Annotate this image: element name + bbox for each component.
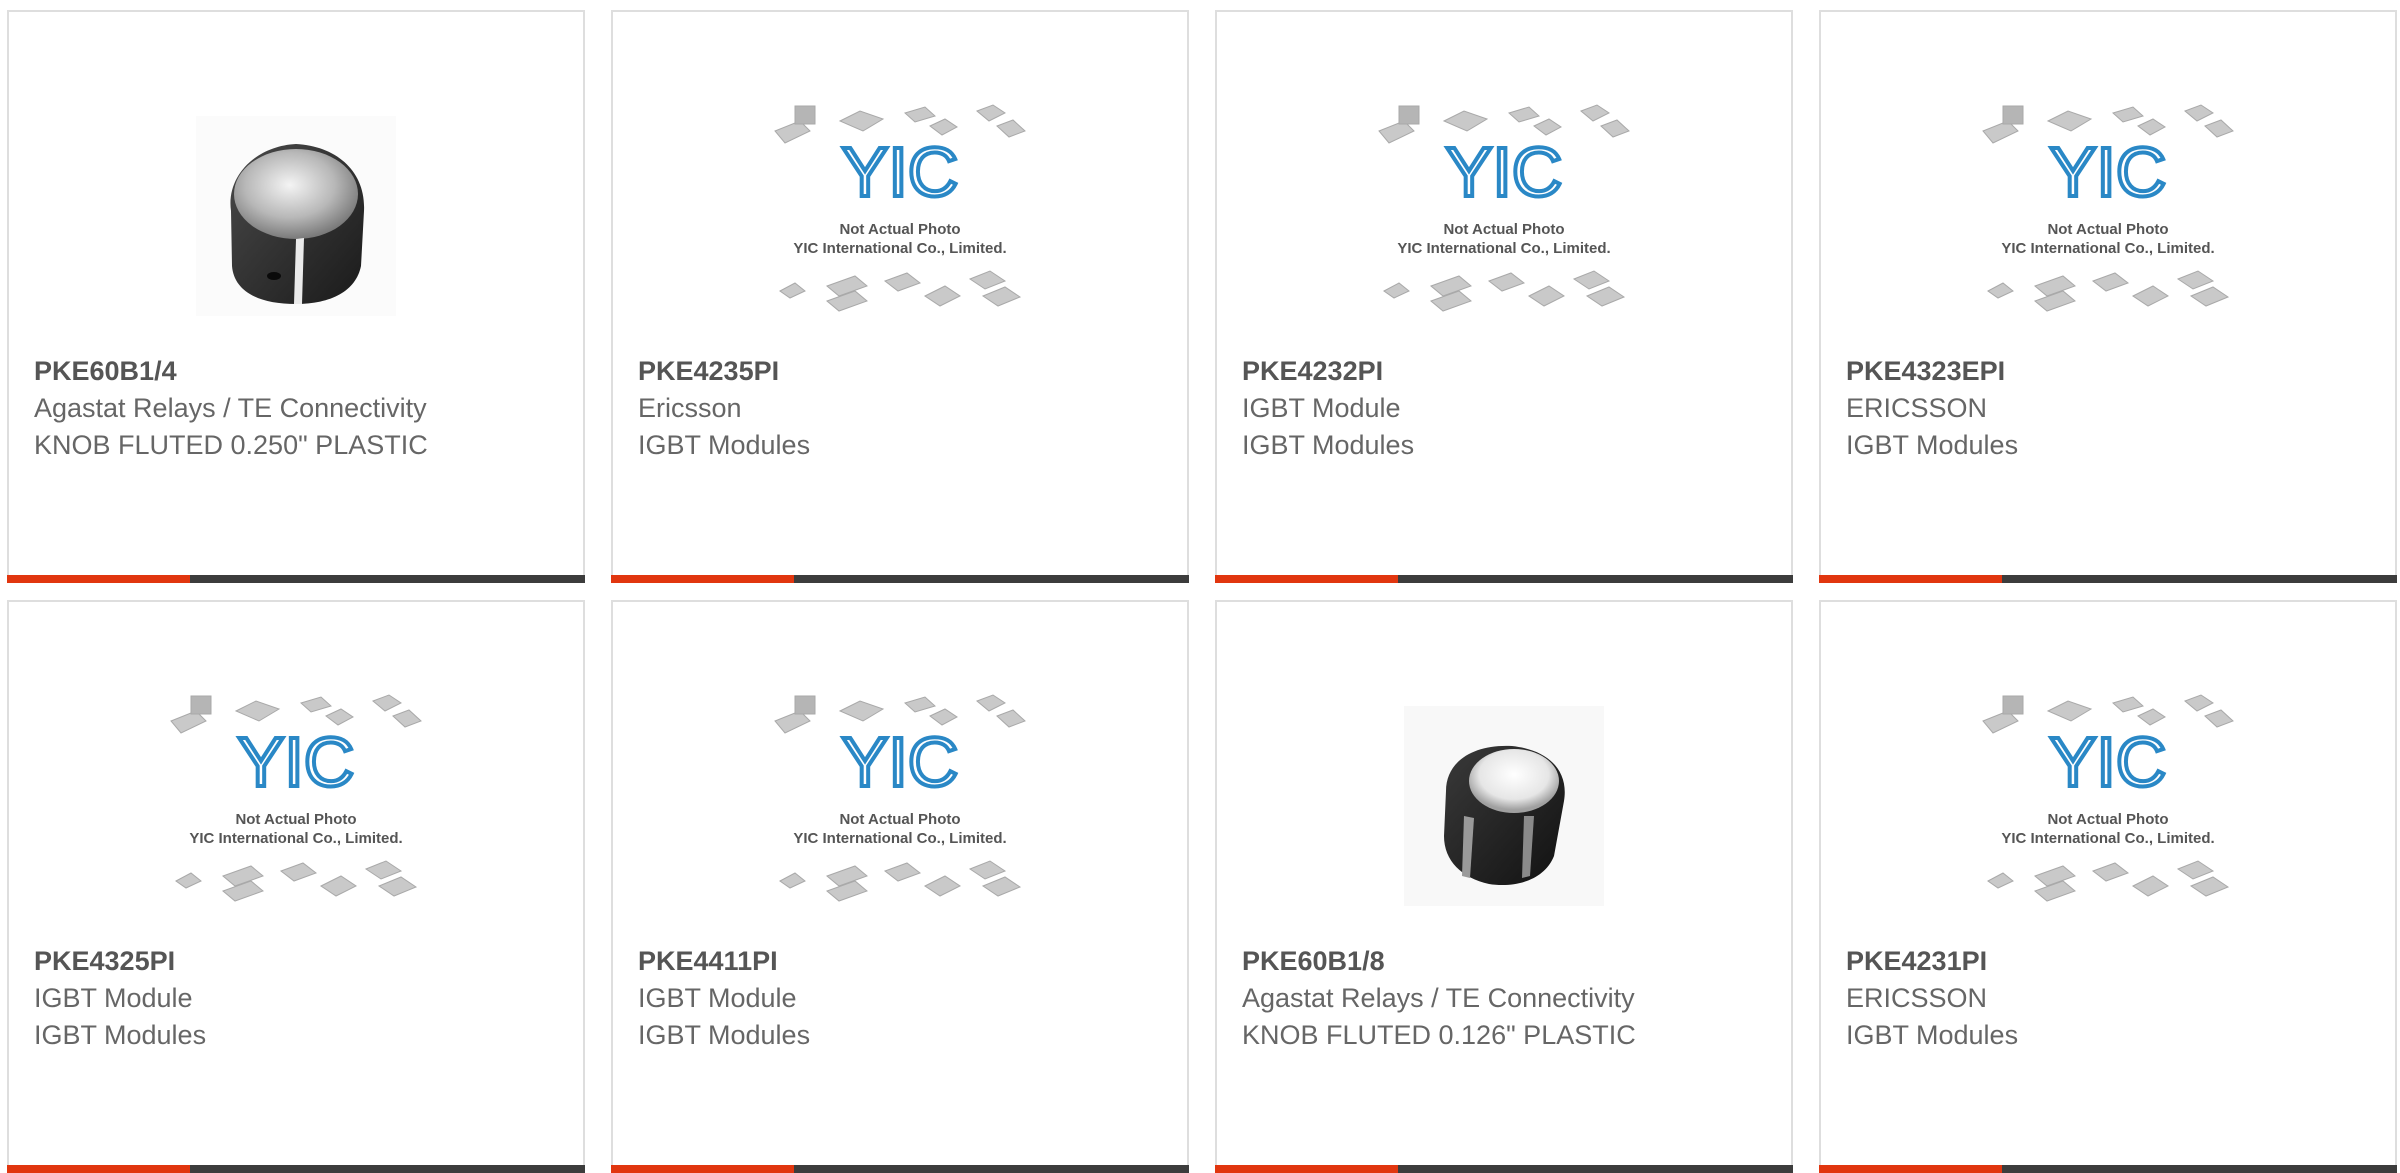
manufacturer: Ericsson: [638, 393, 742, 423]
card-bottom-bar: [7, 575, 585, 583]
product-image[interactable]: [9, 74, 583, 358]
not-actual-photo-image: YIC Not Actual Photo YIC International C…: [774, 104, 1026, 312]
manufacturer: Agastat Relays / TE Connectivity: [34, 393, 427, 423]
description: IGBT Modules: [34, 1020, 207, 1050]
product-image[interactable]: YIC Not Actual Photo YIC International C…: [613, 74, 1187, 358]
not-actual-photo-text: Not Actual Photo: [2047, 221, 2168, 238]
product-card[interactable]: YIC Not Actual Photo YIC International C…: [611, 600, 1189, 1173]
card-bottom-bar: [7, 1165, 585, 1173]
description: IGBT Modules: [638, 430, 811, 460]
knob-image: [1404, 706, 1604, 906]
product-image[interactable]: [1217, 664, 1791, 948]
card-bottom-bar: [1819, 575, 2397, 583]
manufacturer: IGBT Module: [34, 983, 193, 1013]
card-accent-bar: [1215, 1165, 1398, 1173]
product-card[interactable]: YIC Not Actual Photo YIC International C…: [1215, 10, 1793, 583]
card-bottom-bar: [1215, 575, 1793, 583]
product-grid: PKE60B1/4 Agastat Relays / TE Connectivi…: [0, 0, 2400, 1173]
company-caption-text: YIC International Co., Limited.: [189, 830, 402, 847]
yic-logo-text: YIC: [238, 723, 355, 801]
product-image[interactable]: YIC Not Actual Photo YIC International C…: [613, 664, 1187, 948]
yic-logo-text: YIC: [842, 723, 959, 801]
description: IGBT Modules: [638, 1020, 811, 1050]
manufacturer: ERICSSON: [1846, 983, 1988, 1013]
manufacturer: IGBT Module: [638, 983, 797, 1013]
product-info: PKE4235PI Ericsson IGBT Modules: [638, 353, 1167, 464]
product-info: PKE60B1/4 Agastat Relays / TE Connectivi…: [34, 353, 563, 464]
part-number[interactable]: PKE60B1/8: [1242, 943, 1771, 980]
not-actual-photo-text: Not Actual Photo: [839, 811, 960, 828]
company-caption-text: YIC International Co., Limited.: [793, 240, 1006, 257]
product-image[interactable]: YIC Not Actual Photo YIC International C…: [1821, 74, 2395, 358]
yic-logo-text: YIC: [2050, 133, 2167, 211]
product-info: PKE4323EPI ERICSSON IGBT Modules: [1846, 353, 2375, 464]
yic-logo-text: YIC: [2050, 723, 2167, 801]
product-image[interactable]: YIC Not Actual Photo YIC International C…: [9, 664, 583, 948]
company-caption-text: YIC International Co., Limited.: [1397, 240, 1610, 257]
card-bottom-bar: [611, 575, 1189, 583]
description: KNOB FLUTED 0.126" PLASTIC: [1242, 1020, 1636, 1050]
card-bottom-bar: [611, 1165, 1189, 1173]
card-bottom-bar: [1819, 1165, 2397, 1173]
part-number[interactable]: PKE4235PI: [638, 353, 1167, 390]
company-caption-text: YIC International Co., Limited.: [2001, 240, 2214, 257]
description: KNOB FLUTED 0.250" PLASTIC: [34, 430, 428, 460]
not-actual-photo-image: YIC Not Actual Photo YIC International C…: [1982, 694, 2234, 902]
product-card[interactable]: YIC Not Actual Photo YIC International C…: [1819, 10, 2397, 583]
card-accent-bar: [7, 1165, 190, 1173]
product-info: PKE4325PI IGBT Module IGBT Modules: [34, 943, 563, 1054]
product-card[interactable]: PKE60B1/4 Agastat Relays / TE Connectivi…: [7, 10, 585, 583]
product-info: PKE4232PI IGBT Module IGBT Modules: [1242, 353, 1771, 464]
yic-logo-text: YIC: [1446, 133, 1563, 211]
description: IGBT Modules: [1846, 1020, 2019, 1050]
product-card[interactable]: PKE60B1/8 Agastat Relays / TE Connectivi…: [1215, 600, 1793, 1173]
manufacturer: ERICSSON: [1846, 393, 1988, 423]
product-image[interactable]: YIC Not Actual Photo YIC International C…: [1217, 74, 1791, 358]
not-actual-photo-image: YIC Not Actual Photo YIC International C…: [1378, 104, 1630, 312]
not-actual-photo-text: Not Actual Photo: [839, 221, 960, 238]
description: IGBT Modules: [1846, 430, 2019, 460]
part-number[interactable]: PKE4411PI: [638, 943, 1167, 980]
not-actual-photo-text: Not Actual Photo: [2047, 811, 2168, 828]
not-actual-photo-image: YIC Not Actual Photo YIC International C…: [1982, 104, 2234, 312]
not-actual-photo-image: YIC Not Actual Photo YIC International C…: [774, 694, 1026, 902]
description: IGBT Modules: [1242, 430, 1415, 460]
card-accent-bar: [1819, 1165, 2002, 1173]
yic-logo-text: YIC: [842, 133, 959, 211]
not-actual-photo-image: YIC Not Actual Photo YIC International C…: [170, 694, 422, 902]
not-actual-photo-text: Not Actual Photo: [1443, 221, 1564, 238]
part-number[interactable]: PKE4323EPI: [1846, 353, 2375, 390]
not-actual-photo-text: Not Actual Photo: [235, 811, 356, 828]
product-card[interactable]: YIC Not Actual Photo YIC International C…: [1819, 600, 2397, 1173]
manufacturer: IGBT Module: [1242, 393, 1401, 423]
part-number[interactable]: PKE60B1/4: [34, 353, 563, 390]
product-card[interactable]: YIC Not Actual Photo YIC International C…: [611, 10, 1189, 583]
company-caption-text: YIC International Co., Limited.: [2001, 830, 2214, 847]
company-caption-text: YIC International Co., Limited.: [793, 830, 1006, 847]
part-number[interactable]: PKE4231PI: [1846, 943, 2375, 980]
card-accent-bar: [1215, 575, 1398, 583]
product-info: PKE4411PI IGBT Module IGBT Modules: [638, 943, 1167, 1054]
part-number[interactable]: PKE4325PI: [34, 943, 563, 980]
product-info: PKE4231PI ERICSSON IGBT Modules: [1846, 943, 2375, 1054]
product-info: PKE60B1/8 Agastat Relays / TE Connectivi…: [1242, 943, 1771, 1054]
card-accent-bar: [1819, 575, 2002, 583]
card-accent-bar: [611, 1165, 794, 1173]
part-number[interactable]: PKE4232PI: [1242, 353, 1771, 390]
knob-image: [196, 116, 396, 316]
product-card[interactable]: YIC Not Actual Photo YIC International C…: [7, 600, 585, 1173]
card-accent-bar: [611, 575, 794, 583]
product-image[interactable]: YIC Not Actual Photo YIC International C…: [1821, 664, 2395, 948]
card-accent-bar: [7, 575, 190, 583]
manufacturer: Agastat Relays / TE Connectivity: [1242, 983, 1635, 1013]
card-bottom-bar: [1215, 1165, 1793, 1173]
